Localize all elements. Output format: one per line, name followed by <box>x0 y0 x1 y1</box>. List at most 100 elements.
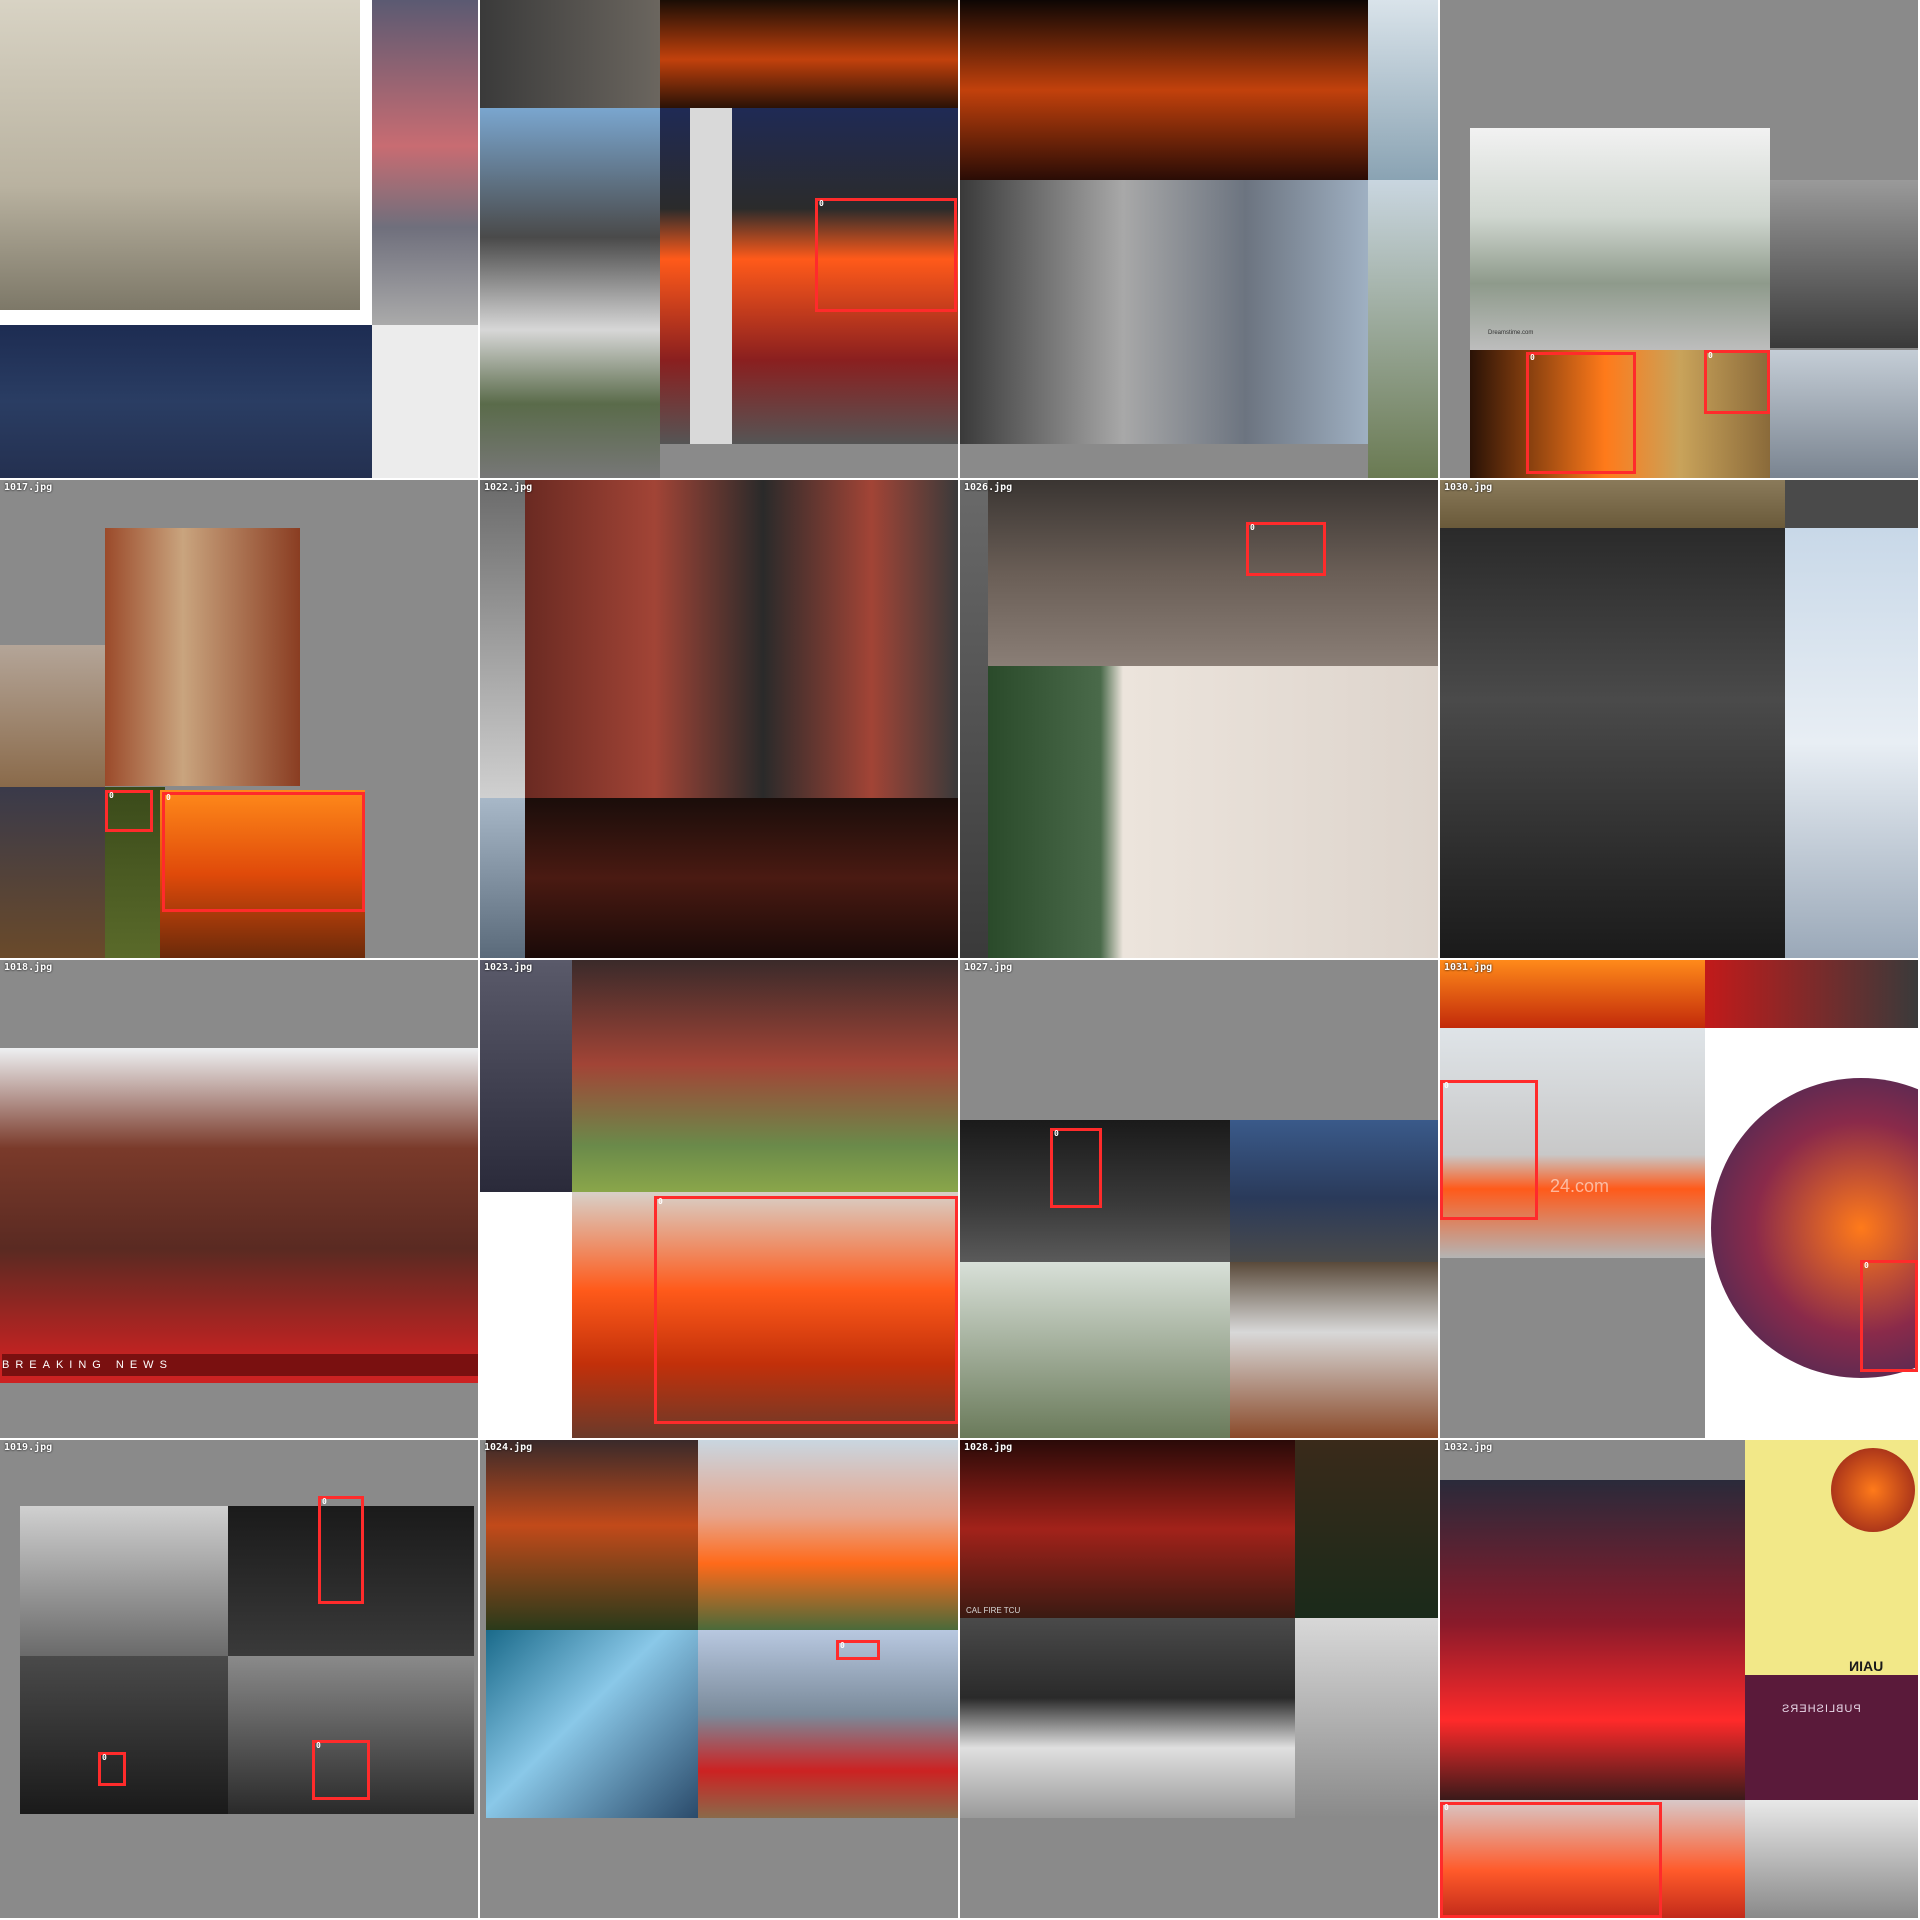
stock-watermark: Dreamstime.com <box>1488 330 1534 336</box>
detection-box: 0 <box>105 790 153 832</box>
photo-harbor <box>1368 0 1438 180</box>
photo-charred-facade <box>1440 528 1785 958</box>
tile-filename: 1030.jpg <box>1444 482 1493 493</box>
mosaic-tile: 1024.jpg 0 <box>480 1440 958 1918</box>
photo-storefront <box>0 787 105 958</box>
mosaic-tile: 0 <box>480 0 958 478</box>
photo-caption: CAL FIRE TCU <box>966 1606 1021 1615</box>
photo-pipe <box>480 0 660 108</box>
photo-skyline <box>480 798 525 958</box>
detection-box: 0 <box>1440 1080 1538 1220</box>
photo-rubble-fire <box>988 480 1438 666</box>
photo-highrise-smoke <box>960 180 1368 444</box>
detection-box: 0 <box>1050 1128 1102 1208</box>
tile-filename: 1032.jpg <box>1444 1442 1493 1453</box>
news-ticker: BREAKING NEWS <box>2 1354 478 1376</box>
photo-debris <box>480 960 572 1192</box>
photo-burnt-apartment <box>525 480 958 798</box>
mosaic-tile: 1022.jpg <box>480 480 958 958</box>
photo-mansion-fire <box>698 1440 958 1630</box>
photo-smokestacks-sunset <box>372 0 478 325</box>
photo-fire-truck <box>1705 960 1918 1028</box>
photo-night-fire <box>660 0 958 108</box>
detection-box: 0 <box>1704 350 1770 414</box>
mosaic-grid: 0 Dreamstime.com 0 0 1017.jpg 0 0 1022.j… <box>0 0 1920 1920</box>
photo-haze <box>1745 1800 1918 1918</box>
detection-box: 0 <box>1860 1260 1918 1372</box>
mosaic-tile: 1026.jpg 0 <box>960 480 1438 958</box>
mosaic-tile: 1023.jpg 0 <box>480 960 958 1438</box>
cover-publisher: PUBLISHERS <box>1781 1703 1861 1715</box>
mosaic-tile <box>0 0 478 478</box>
detection-box: 0 <box>162 792 365 912</box>
photo-burning-building <box>960 0 1368 180</box>
photo-tower-smoke-night <box>20 1656 228 1814</box>
mosaic-tile: 1031.jpg 24.com 0 0 <box>1440 960 1918 1438</box>
photo-red-night-fire: CAL FIRE TCU <box>960 1440 1295 1618</box>
site-watermark: 24.com <box>1550 1176 1610 1196</box>
photo-white-panel <box>1705 1028 1918 1438</box>
photo-excavator <box>1295 1618 1438 1818</box>
photo-bw-burnt-building <box>20 1506 228 1656</box>
mosaic-tile <box>960 0 1438 478</box>
photo-night-glow <box>525 798 958 958</box>
detection-box: 0 <box>318 1496 364 1604</box>
tile-filename: 1028.jpg <box>964 1442 1013 1453</box>
photo-street-night <box>1230 1120 1438 1262</box>
detection-box: 0 <box>98 1752 126 1786</box>
tile-filename: 1027.jpg <box>964 962 1013 973</box>
detection-box: 0 <box>815 198 957 312</box>
photo-cathedral-ruins <box>1770 180 1918 348</box>
detection-box: 0 <box>836 1640 880 1660</box>
photo-burnt-house <box>572 960 958 1192</box>
photo-dark-strip <box>1785 480 1918 528</box>
photo-smoky-lot <box>0 645 105 787</box>
photo-firefighters-night <box>1440 1480 1745 1800</box>
tile-filename: 1018.jpg <box>4 962 53 973</box>
photo-historic-building <box>0 0 360 310</box>
tile-filename: 1019.jpg <box>4 1442 53 1453</box>
photo-apartment-smoke <box>960 1618 1295 1818</box>
photo-white-building <box>988 666 1438 958</box>
mosaic-tile: 1019.jpg 0 0 0 <box>0 1440 478 1918</box>
photo-blank <box>372 325 478 478</box>
photo-edge <box>960 480 988 958</box>
mosaic-tile: 1017.jpg 0 0 <box>0 480 478 958</box>
tile-filename: 1022.jpg <box>484 482 533 493</box>
photo-black-smoke <box>480 108 660 478</box>
tile-filename: 1023.jpg <box>484 962 533 973</box>
photo-barricades: Dreamstime.com <box>1470 128 1770 350</box>
detection-box: 0 <box>1246 522 1326 576</box>
mosaic-tile: 1018.jpg BREAKING NEWS <box>0 960 478 1438</box>
photo-clocktower-fire: BREAKING NEWS <box>0 1048 478 1383</box>
mosaic-tile: 1028.jpg CAL FIRE TCU <box>960 1440 1438 1918</box>
mosaic-tile: 1027.jpg 0 <box>960 960 1438 1438</box>
photo-aerial-rescue <box>698 1630 958 1818</box>
photo-book-cover-bottom: PUBLISHERS <box>1745 1675 1918 1800</box>
photo-brick-alley <box>105 528 300 786</box>
cover-emblem <box>1831 1448 1915 1532</box>
photo-water-jet <box>1230 1262 1438 1438</box>
photo-landscape <box>1368 180 1438 478</box>
photo-night-house-fire <box>486 1440 698 1630</box>
tile-filename: 1024.jpg <box>484 1442 533 1453</box>
photo-tree-fire <box>1295 1440 1438 1618</box>
photo-aerial-ladder <box>1785 528 1918 958</box>
photo-tower-smoke <box>1770 350 1918 478</box>
photo-glass-towers <box>486 1630 698 1818</box>
tile-filename: 1026.jpg <box>964 482 1013 493</box>
mosaic-tile: Dreamstime.com 0 0 <box>1440 0 1918 478</box>
mosaic-tile: 1032.jpg UAIN PUBLISHERS 0 <box>1440 1440 1918 1918</box>
detection-box: 0 <box>312 1740 370 1800</box>
tile-filename: 1031.jpg <box>1444 962 1493 973</box>
detection-box: 0 <box>654 1196 958 1424</box>
photo-bw-street <box>480 480 525 798</box>
photo-ornate-facade <box>960 1262 1230 1438</box>
photo-book-cover: UAIN <box>1745 1440 1918 1675</box>
detection-box: 0 <box>1526 352 1636 474</box>
tile-filename: 1017.jpg <box>4 482 53 493</box>
detection-box: 0 <box>1440 1802 1662 1918</box>
mosaic-tile: 1030.jpg <box>1440 480 1918 958</box>
photo-pole <box>690 108 732 444</box>
cover-title: UAIN <box>1849 1658 1884 1674</box>
